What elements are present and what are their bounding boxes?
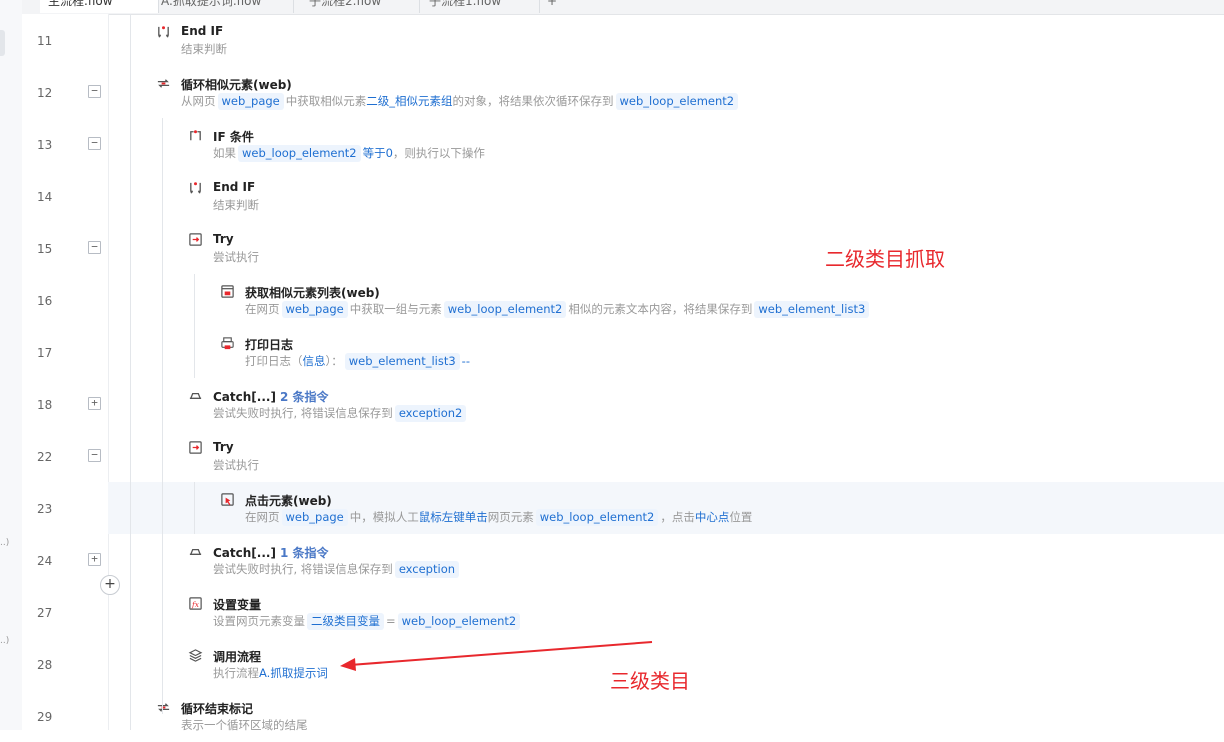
annotation-arrow [340,641,653,671]
